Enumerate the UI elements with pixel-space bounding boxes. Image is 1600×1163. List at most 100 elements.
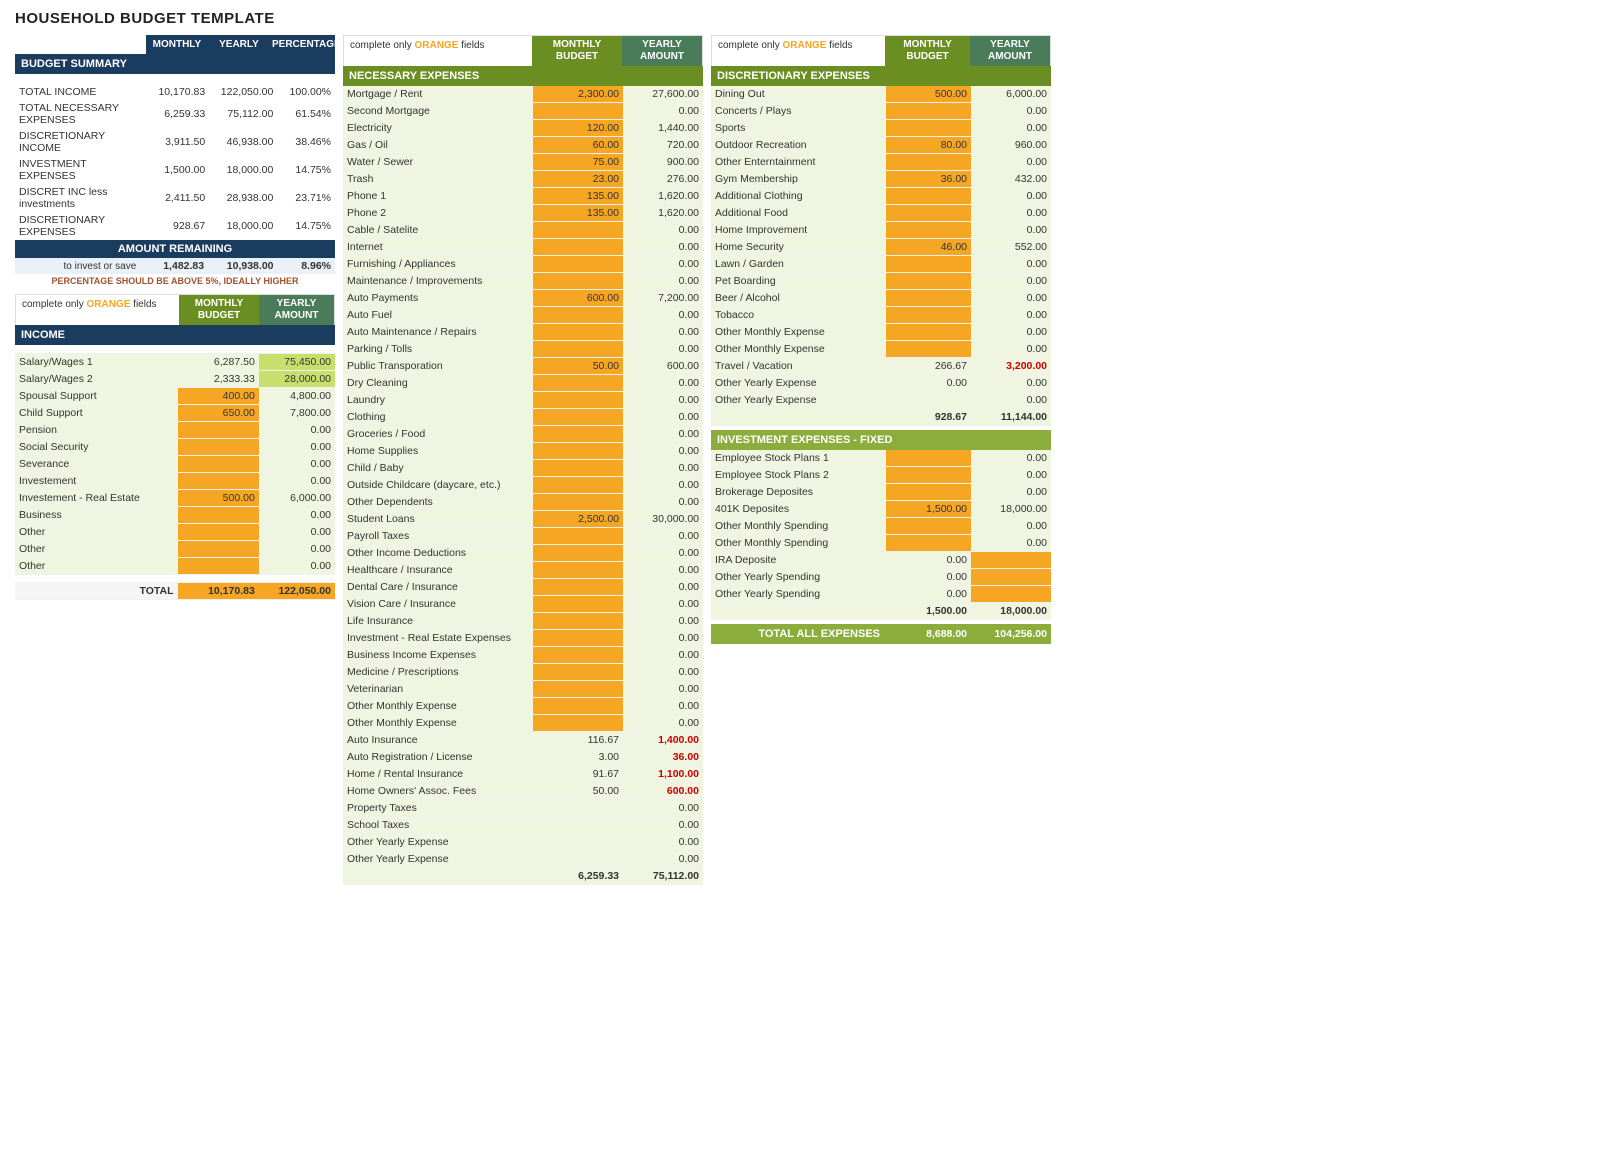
table-row: TOTAL INCOME 10,170.83 122,050.00 100.00… (15, 84, 335, 100)
table-row: 401K Deposites 1,500.00 18,000.00 (711, 501, 1051, 518)
table-row: Child Support 650.00 7,800.00 (15, 404, 335, 421)
mid-monthly-head: MONTHLY BUDGET (532, 36, 622, 66)
table-row: Parking / Tolls 0.00 (343, 341, 703, 358)
table-row: Payroll Taxes 0.00 (343, 528, 703, 545)
budget-summary-title: BUDGET SUMMARY (15, 54, 335, 74)
table-row: Dining Out 500.00 6,000.00 (711, 86, 1051, 103)
mid-fields-note: fields (461, 40, 484, 51)
table-row: Gym Membership 36.00 432.00 (711, 171, 1051, 188)
income-total-row: TOTAL 10,170.83 122,050.00 (15, 582, 335, 599)
total-all-expenses-row: TOTAL ALL EXPENSES 8,688.00 104,256.00 (711, 624, 1051, 644)
table-row: Outdoor Recreation 80.00 960.00 (711, 137, 1051, 154)
table-row: Additional Food 0.00 (711, 205, 1051, 222)
table-row: Home Improvement 0.00 (711, 222, 1051, 239)
table-row: Severance 0.00 (15, 455, 335, 472)
table-row: Other 0.00 (15, 557, 335, 574)
table-row: Other 0.00 (15, 523, 335, 540)
table-row: Healthcare / Insurance 0.00 (343, 562, 703, 579)
table-row: Other Monthly Expense 0.00 (343, 715, 703, 732)
table-row: Pet Boarding 0.00 (711, 273, 1051, 290)
orange-label: ORANGE (86, 299, 130, 310)
table-row: Phone 1 135.00 1,620.00 (343, 188, 703, 205)
income-table: Salary/Wages 1 6,287.50 75,450.00 Salary… (15, 345, 335, 600)
table-row: Other Yearly Expense 0.00 (343, 834, 703, 851)
table-row: Dental Care / Insurance 0.00 (343, 579, 703, 596)
table-row: Auto Payments 600.00 7,200.00 (343, 290, 703, 307)
table-row: Other Income Deductions 0.00 (343, 545, 703, 562)
investment-title: INVESTMENT EXPENSES - FIXED (711, 430, 1051, 450)
table-row: Other Monthly Expense 0.00 (711, 341, 1051, 358)
left-panel: MONTHLY YEARLY PERCENTAGE BUDGET SUMMARY… (15, 35, 335, 600)
table-row: INVESTMENT EXPENSES 1,500.00 18,000.00 1… (15, 156, 335, 184)
table-row: Business Income Expenses 0.00 (343, 647, 703, 664)
table-row: Gas / Oil 60.00 720.00 (343, 137, 703, 154)
table-row: Internet 0.00 (343, 239, 703, 256)
table-row: Medicine / Prescriptions 0.00 (343, 664, 703, 681)
table-row: Salary/Wages 2 2,333.33 28,000.00 (15, 370, 335, 387)
table-row: Dry Cleaning 0.00 (343, 375, 703, 392)
table-row: Outside Childcare (daycare, etc.) 0.00 (343, 477, 703, 494)
table-row: Sports 0.00 (711, 120, 1051, 137)
discretionary-table: Dining Out 500.00 6,000.00 Concerts / Pl… (711, 86, 1051, 426)
table-row: Life Insurance 0.00 (343, 613, 703, 630)
right-fields-note: fields (829, 40, 852, 51)
page-title: HOUSEHOLD BUDGET TEMPLATE (15, 10, 1585, 27)
table-row: Groceries / Food 0.00 (343, 426, 703, 443)
table-row: Investment - Real Estate Expenses 0.00 (343, 630, 703, 647)
table-row: Clothing 0.00 (343, 409, 703, 426)
table-row: Tobacco 0.00 (711, 307, 1051, 324)
table-row: Vision Care / Insurance 0.00 (343, 596, 703, 613)
right-monthly-head: MONTHLY BUDGET (885, 36, 970, 66)
table-row: Furnishing / Appliances 0.00 (343, 256, 703, 273)
income-yearly-head: YEARLY AMOUNT (259, 295, 334, 325)
necessary-table: Mortgage / Rent 2,300.00 27,600.00 Secon… (343, 86, 703, 885)
table-row: Other Yearly Spending 0.00 (711, 569, 1051, 586)
table-row: Salary/Wages 1 6,287.50 75,450.00 (15, 353, 335, 370)
fields-note: fields (133, 299, 156, 310)
table-row: Other Monthly Expense 0.00 (711, 324, 1051, 341)
discretionary-title: DISCRETIONARY EXPENSES (711, 66, 1051, 86)
income-monthly-head: MONTHLY BUDGET (179, 295, 259, 325)
table-row: Cable / Satelite 0.00 (343, 222, 703, 239)
summary-table: TOTAL INCOME 10,170.83 122,050.00 100.00… (15, 74, 335, 240)
middle-panel: complete only ORANGE fields MONTHLY BUDG… (343, 35, 703, 885)
table-row: Additional Clothing 0.00 (711, 188, 1051, 205)
table-row: Home Security 46.00 552.00 (711, 239, 1051, 256)
table-row: to invest or save 1,482.83 10,938.00 8.9… (15, 258, 335, 274)
table-row: Property Taxes 0.00 (343, 800, 703, 817)
table-row: Other Yearly Expense 0.00 (343, 851, 703, 868)
table-row: Phone 2 135.00 1,620.00 (343, 205, 703, 222)
table-row: Veterinarian 0.00 (343, 681, 703, 698)
pct-note: PERCENTAGE SHOULD BE ABOVE 5%, IDEALLY H… (15, 274, 335, 290)
table-row: DISCRETIONARY INCOME 3,911.50 46,938.00 … (15, 128, 335, 156)
investment-table: Employee Stock Plans 1 0.00 Employee Sto… (711, 450, 1051, 620)
amount-remaining-table: to invest or save 1,482.83 10,938.00 8.9… (15, 258, 335, 274)
table-row: Social Security 0.00 (15, 438, 335, 455)
table-row: Investement - Real Estate 500.00 6,000.0… (15, 489, 335, 506)
table-row: Other Monthly Spending 0.00 (711, 518, 1051, 535)
table-row: Beer / Alcohol 0.00 (711, 290, 1051, 307)
table-row: DISCRETIONARY EXPENSES 928.67 18,000.00 … (15, 212, 335, 240)
right-panel: complete only ORANGE fields MONTHLY BUDG… (711, 35, 1051, 644)
table-row: Other Enterntainment 0.00 (711, 154, 1051, 171)
table-row: Maintenance / Improvements 0.00 (343, 273, 703, 290)
table-row: Home / Rental Insurance 91.67 1,100.00 (343, 766, 703, 783)
summary-pct-header: PERCENTAGE (270, 35, 335, 54)
table-row: Brokerage Deposites 0.00 (711, 484, 1051, 501)
table-row: Concerts / Plays 0.00 (711, 103, 1051, 120)
table-row: Employee Stock Plans 2 0.00 (711, 467, 1051, 484)
summary-monthly-header: MONTHLY (146, 35, 208, 54)
table-row: Child / Baby 0.00 (343, 460, 703, 477)
necessary-expenses-title: NECESSARY EXPENSES (343, 66, 703, 86)
right-complete-note: complete only (718, 40, 780, 51)
table-row: Other Dependents 0.00 (343, 494, 703, 511)
mid-orange-label: ORANGE (414, 40, 458, 51)
table-row: Student Loans 2,500.00 30,000.00 (343, 511, 703, 528)
table-row: Trash 23.00 276.00 (343, 171, 703, 188)
table-row: Business 0.00 (15, 506, 335, 523)
table-row: Other Yearly Expense 0.00 (711, 392, 1051, 409)
table-row: Auto Maintenance / Repairs 0.00 (343, 324, 703, 341)
table-row: Electricity 120.00 1,440.00 (343, 120, 703, 137)
table-row: Other Monthly Expense 0.00 (343, 698, 703, 715)
table-row: Laundry 0.00 (343, 392, 703, 409)
